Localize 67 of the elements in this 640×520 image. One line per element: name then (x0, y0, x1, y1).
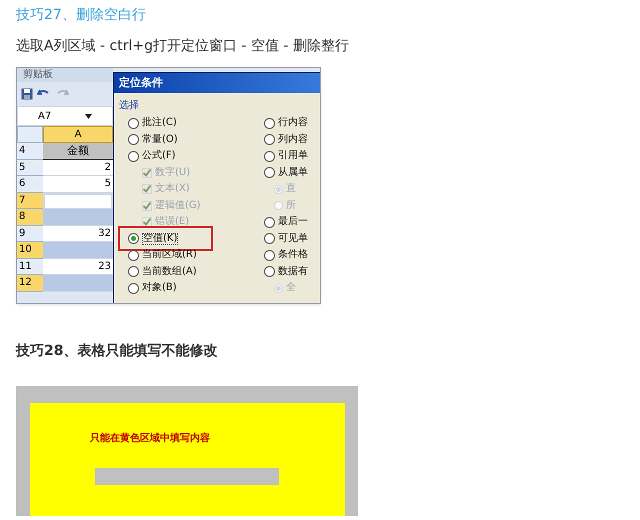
option-label: 数字(U) (155, 168, 190, 178)
row-header[interactable]: 4 (17, 143, 43, 160)
sheet-cell[interactable]: 5 (43, 176, 113, 192)
radio-button[interactable] (264, 266, 275, 278)
option-label: 当前数组(A) (142, 266, 197, 277)
option-label: 逻辑值(G) (155, 200, 201, 211)
save-icon[interactable] (21, 88, 33, 100)
tip-description: 选取A列区域 - ctrl+g打开定位窗口 - 空值 - 删除整行 (16, 37, 350, 56)
option-label: 从属单 (278, 168, 308, 178)
radio-button[interactable] (264, 167, 275, 178)
option-label: 空值(K) (142, 232, 178, 245)
row-header[interactable]: 6 (17, 176, 43, 192)
column-header[interactable]: A (43, 126, 113, 143)
radio-button[interactable] (264, 233, 275, 244)
row-header[interactable]: 5 (17, 160, 43, 176)
tip-title: 技巧28、表格只能填写不能修改 (16, 342, 218, 361)
sheet-cell[interactable]: 32 (43, 226, 113, 242)
row-header[interactable]: 12 (17, 275, 43, 292)
option-label: 对象(B) (142, 283, 177, 294)
option-label: 错误(E) (155, 217, 190, 228)
sheet-cell[interactable]: 23 (43, 258, 113, 275)
option-label: 直 (286, 184, 296, 194)
option-label: 常量(O) (142, 134, 178, 145)
sheet-note: 只能在黄色区域中填写内容 (90, 432, 211, 446)
option-label: 所 (286, 200, 296, 211)
radio-button[interactable] (264, 216, 275, 228)
option-label: 当前区域(R) (142, 250, 197, 260)
radio-button[interactable] (128, 233, 139, 244)
dialog-title-bar: 定位条件 (114, 73, 320, 93)
sheet-cell[interactable] (43, 275, 113, 292)
input-field[interactable] (95, 468, 279, 485)
option-label: 行内容 (278, 118, 308, 128)
row-header[interactable]: 11 (17, 258, 43, 275)
option-label: 条件格 (278, 250, 308, 260)
option-label: 最后一 (278, 217, 308, 228)
radio-button[interactable] (128, 118, 139, 129)
option-label: 批注(C) (142, 118, 177, 128)
radio-button[interactable] (264, 134, 275, 146)
option-label: 文本(X) (155, 184, 190, 194)
sheet-cell[interactable] (43, 192, 113, 209)
option-label: 引用单 (278, 151, 308, 162)
sheet-cell[interactable]: 金额 (43, 143, 113, 160)
radio-button[interactable] (128, 282, 139, 294)
corner-cell[interactable] (17, 126, 43, 143)
radio-button[interactable] (264, 150, 275, 162)
option-label: 全 (286, 283, 296, 294)
row-header[interactable]: 9 (17, 226, 43, 242)
row-header[interactable]: 10 (17, 242, 43, 258)
tip-title: 技巧27、删除空白行 (16, 6, 147, 25)
dropdown-icon[interactable] (85, 114, 92, 118)
option-label: 数据有 (278, 266, 308, 277)
radio-button[interactable] (128, 150, 139, 162)
radio-button[interactable] (128, 266, 139, 278)
group-label: 选择 (118, 99, 140, 113)
option-label: 列内容 (278, 134, 308, 145)
radio-button[interactable] (128, 134, 139, 146)
sheet-cell[interactable]: 2 (43, 160, 113, 176)
row-header[interactable]: 8 (17, 209, 43, 226)
sheet-cell[interactable] (43, 242, 113, 258)
name-box[interactable]: A7 (17, 106, 113, 126)
option-label: 可见单 (278, 234, 308, 244)
row-header[interactable]: 7 (17, 192, 43, 209)
radio-button[interactable] (264, 118, 275, 129)
option-label: 公式(F) (142, 151, 176, 162)
radio-button[interactable] (264, 250, 275, 261)
ribbon-group-label: 剪贴板 (17, 68, 113, 82)
sheet-cell[interactable] (43, 209, 113, 226)
